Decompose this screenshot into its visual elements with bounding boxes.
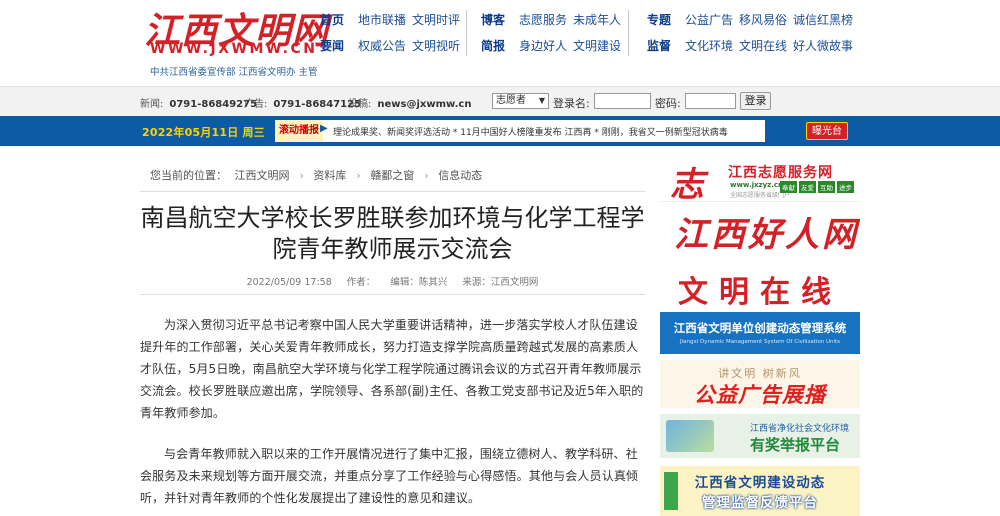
volunteer-logo-mark: 志 [670, 165, 704, 202]
breadcrumb-prefix: 您当前的位置： [150, 169, 227, 182]
chevron-down-icon: ▼ [538, 96, 545, 105]
banner-tag: 友爱 [799, 181, 816, 193]
nav-link[interactable]: 未成年人 [573, 11, 621, 29]
nav-brief[interactable]: 简报 [481, 37, 505, 55]
banner-domain: www.jxzyz.cn [730, 181, 784, 189]
article-paragraph: 与会青年教师就入职以来的工作开展情况进行了集中汇报，围绕立德树人、教学科研、社会… [140, 447, 639, 505]
contact-login-bar: 新闻: 0791-86849275 广告: 0791-86847125 投稿: new… [0, 86, 1000, 116]
nav-home[interactable]: 首页 [320, 11, 344, 29]
article-main: 您当前的位置： 江西文明网 › 资料库 › 赣鄱之窗 › 信息动态 南昌航空大学校长罗… [140, 156, 645, 516]
article-title: 南昌航空大学校长罗胜联参加环境与化学工程学院青年教师展示交流会 [140, 204, 645, 263]
nav-divider [628, 10, 629, 56]
password-input[interactable] [685, 93, 736, 109]
ad-contact: 广告: 0791-86847125 [244, 95, 361, 110]
banner-subtitle: Jiangxi Dynamic Management System Of Civ… [679, 339, 841, 345]
chevron-right-icon: › [356, 169, 361, 182]
article-editor: 编辑：陈其兴 [390, 277, 448, 288]
breadcrumb-item[interactable]: 赣鄱之窗 [370, 169, 414, 182]
ticker-arrow-icon: ▶ [320, 123, 328, 134]
email-label: 投稿: [348, 99, 372, 110]
chevron-right-icon: › [299, 169, 304, 182]
banner-illustration [666, 420, 714, 452]
nav-link[interactable]: 文明建设 [573, 37, 621, 55]
article-author: 作者： [346, 277, 376, 288]
nav-divider [466, 10, 467, 56]
banner-title-line2: 管理监督反馈平台 [702, 495, 818, 511]
nav-link[interactable]: 权威公告 [358, 37, 406, 55]
user-type-select[interactable]: 志愿者 ▼ [492, 93, 549, 109]
banner-title: 江西好人网 [674, 215, 859, 255]
chevron-right-icon: › [424, 169, 429, 182]
feedback-platform-banner[interactable]: 江西省文明建设动态 管理监督反馈平台 [660, 466, 860, 516]
site-header: 江西文明网 WWW.JXWMW.CN 中共江西省委宣传部 江西省文明办 主管 首… [0, 0, 1000, 86]
password-label: 密码: [655, 97, 681, 110]
exposure-button[interactable]: 曝光台 [806, 122, 848, 140]
nav-group-1: 首页 地市联播 文明时评 要闻 权威公告 文明视听 [320, 11, 466, 63]
volunteer-service-banner[interactable]: 志 江西志愿服务网 www.jxzyz.cn 全国志愿服务省级门户 奉献 友爱 … [660, 156, 860, 202]
banner-tag: 进步 [837, 181, 854, 193]
nav-link[interactable]: 公益广告 [685, 11, 733, 29]
nav-link[interactable]: 文明在线 [739, 37, 787, 55]
site-sponsor: 中共江西省委宣传部 江西省文明办 主管 [150, 67, 318, 78]
news-contact: 新闻: 0791-86849275 [140, 95, 257, 110]
nav-news[interactable]: 要闻 [320, 37, 344, 55]
email-address[interactable]: news@jxwmw.cn [377, 99, 471, 110]
news-label: 新闻: [140, 99, 164, 110]
ticker-text[interactable]: 理论成果奖、新闻奖评选活动 * 11月中国好人榜隆重发布 江西再 * 刚刚，我省… [333, 125, 761, 138]
nav-supervise[interactable]: 监督 [647, 37, 671, 55]
banner-tags: 奉献 友爱 互助 进步 [780, 181, 854, 193]
nav-link[interactable]: 志愿服务 [519, 11, 567, 29]
banner-tag: 奉献 [780, 181, 797, 193]
banner-subtitle: 江西省净化社会文化环境 [750, 424, 850, 434]
banner-title: 文明在线 [678, 275, 842, 308]
date-ticker-band: 2022年05月11日 周三 滚动播报 ▶ 理论成果奖、新闻奖评选活动 * 11… [0, 116, 1000, 146]
login-button[interactable]: 登录 [740, 92, 771, 110]
ad-label: 广告: [244, 99, 268, 110]
nav-link[interactable]: 诚信红黑榜 [793, 11, 853, 29]
good-people-banner[interactable]: 江西好人网 [660, 205, 860, 257]
breadcrumb-item[interactable]: 信息动态 [438, 169, 482, 182]
nav-blog[interactable]: 博客 [481, 11, 505, 29]
civilized-unit-system-banner[interactable]: 江西省文明单位创建动态管理系统 Jiangxi Dynamic Manageme… [660, 312, 860, 354]
civilization-online-banner[interactable]: 文明在线 [660, 262, 860, 308]
ticker-label: 滚动播报 [275, 120, 323, 142]
nav-link[interactable]: 文明时评 [412, 11, 460, 29]
user-type-value: 志愿者 [496, 95, 526, 106]
banner-tag: 互助 [818, 181, 835, 193]
banner-title: 公益广告展播 [694, 383, 826, 407]
current-date: 2022年05月11日 周三 [142, 126, 265, 139]
banner-title: 有奖举报平台 [750, 436, 841, 454]
banner-title: 江西志愿服务网 [728, 165, 833, 181]
nav-group-2: 博客 志愿服务 未成年人 简报 身边好人 文明建设 [481, 11, 627, 63]
breadcrumb-item[interactable]: 资料库 [313, 169, 346, 182]
article-meta: 2022/05/09 17:58 作者： 编辑：陈其兴 来源：江西文明网 [140, 274, 645, 295]
article-paragraph: 为深入贯彻习近平总书记考察中国人民大学重要讲话精神，进一步落实学校人才队伍建设提… [140, 318, 644, 420]
report-platform-banner[interactable]: 江西省净化社会文化环境 有奖举报平台 [660, 414, 860, 458]
nav-link[interactable]: 地市联播 [358, 11, 406, 29]
site-domain: WWW.JXWMW.CN [150, 41, 318, 57]
banner-title: 江西省文明单位创建动态管理系统 [673, 321, 847, 335]
nav-group-3: 专题 公益广告 移风易俗 诚信红黑榜 监督 文化环境 文明在线 好人微故事 [647, 11, 859, 63]
email-contact: 投稿: news@jxwmw.cn [348, 95, 471, 110]
article-datetime: 2022/05/09 17:58 [246, 277, 332, 288]
login-name-input[interactable] [594, 93, 651, 109]
nav-link[interactable]: 文明视听 [412, 37, 460, 55]
public-ad-banner[interactable]: 讲文明 树新风 公益广告展播 [660, 360, 860, 408]
login-label: 登录名: [553, 97, 590, 110]
nav-link[interactable]: 身边好人 [519, 37, 567, 55]
sidebar-banners: 志 江西志愿服务网 www.jxzyz.cn 全国志愿服务省级门户 奉献 友爱 … [660, 156, 860, 516]
nav-special[interactable]: 专题 [647, 11, 671, 29]
banner-title-line1: 江西省文明建设动态 [694, 475, 826, 491]
article-source: 来源：江西文明网 [462, 277, 539, 288]
nav-link[interactable]: 移风易俗 [739, 11, 787, 29]
breadcrumb-item[interactable]: 江西文明网 [235, 169, 290, 182]
breadcrumb: 您当前的位置： 江西文明网 › 资料库 › 赣鄱之窗 › 信息动态 [140, 156, 645, 192]
news-ticker: 滚动播报 ▶ 理论成果奖、新闻奖评选活动 * 11月中国好人榜隆重发布 江西再 … [275, 120, 765, 142]
nav-link[interactable]: 好人微故事 [793, 37, 853, 55]
nav-link[interactable]: 文化环境 [685, 37, 733, 55]
